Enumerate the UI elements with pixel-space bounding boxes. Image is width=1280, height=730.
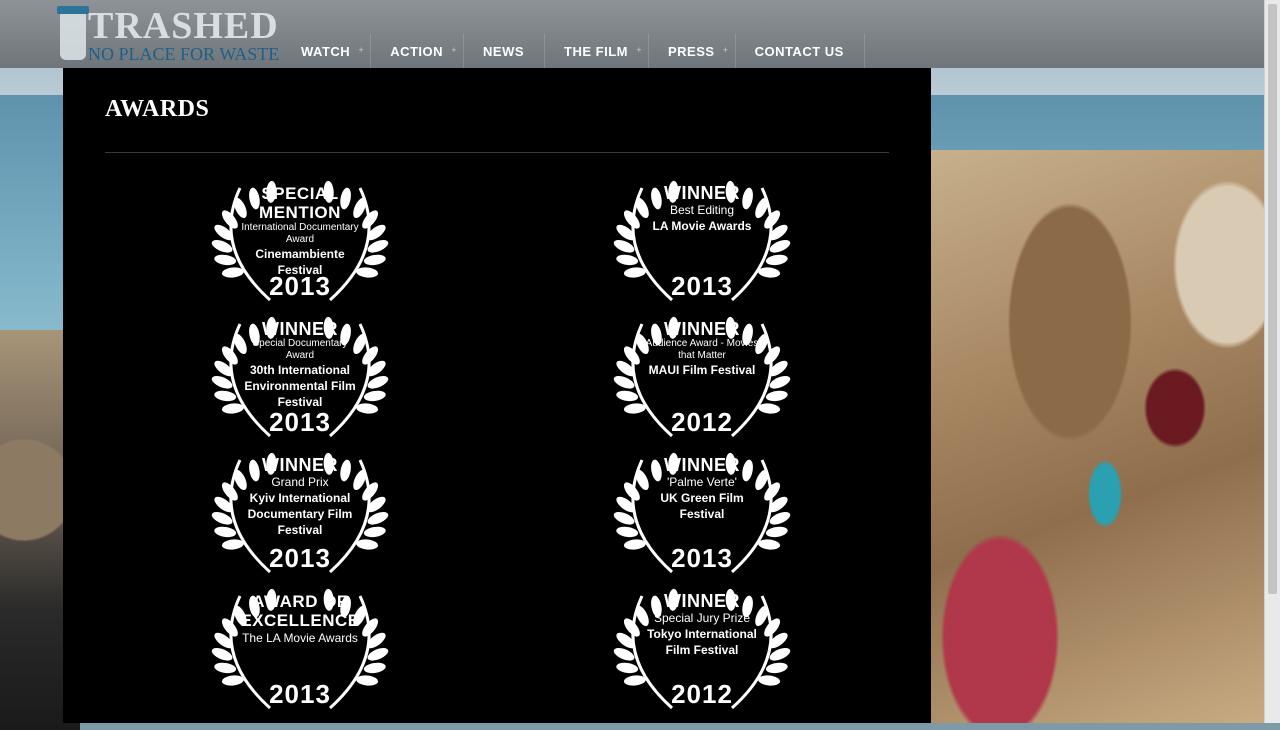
nav-label: NEWS	[483, 43, 525, 59]
award-category: Special Jury Prize	[653, 611, 751, 625]
award-laurel: WINNER Special Jury Prize Tokyo Internat…	[612, 586, 792, 714]
award-festival: UK Green Film Festival	[660, 491, 744, 521]
award-category: Special Documentary Award	[252, 338, 348, 361]
nav-label: CONTACT US	[754, 43, 844, 59]
logo-tagline: NO PLACE FOR WASTE	[88, 44, 280, 64]
award-category: 'Palme Verte'	[667, 475, 737, 489]
award-heading: WINNER	[664, 591, 740, 611]
nav-item-the-film[interactable]: THE FILM +	[545, 34, 649, 68]
award-festival: Tokyo International Film Festival	[647, 627, 757, 657]
nav-label: THE FILM	[564, 43, 628, 59]
award-category: International Documentary Award	[241, 222, 359, 245]
award-heading: WINNER	[262, 319, 338, 339]
logo-wordmark: TRASHED	[88, 5, 279, 47]
award-year: 2013	[269, 543, 331, 573]
nav-item-action[interactable]: ACTION +	[371, 34, 465, 68]
award-year: 2012	[671, 679, 733, 709]
scrollbar-thumb[interactable]	[1268, 4, 1277, 594]
nav-label: ACTION	[390, 43, 444, 59]
award-heading: WINNER	[262, 455, 338, 475]
award-festival: LA Movie Awards	[652, 219, 752, 233]
nav-label: WATCH	[301, 43, 351, 59]
site-logo[interactable]: TRASHED NO PLACE FOR WASTE	[57, 5, 280, 64]
submenu-plus-icon: +	[722, 45, 729, 55]
award-heading: WINNER	[664, 183, 740, 203]
nav-label: PRESS	[667, 43, 715, 59]
award-year: 2013	[671, 543, 733, 573]
award-heading: WINNER	[664, 319, 740, 339]
trash-can-icon	[57, 6, 89, 60]
award-category: The LA Movie Awards	[242, 631, 358, 645]
award-year: 2013	[269, 271, 331, 301]
award-category: Audience Award - Movies that Matter	[645, 338, 759, 361]
submenu-plus-icon: +	[636, 45, 642, 55]
award-year: 2013	[269, 679, 331, 709]
submenu-plus-icon: +	[358, 45, 365, 55]
award-year: 2013	[671, 271, 733, 301]
main-nav: WATCH + ACTION + NEWS THE FILM + PRESS + CON…	[282, 34, 865, 68]
content-panel: AWARDS SPECIAL MENTION International Doc…	[63, 68, 931, 723]
award-category: Best Editing	[669, 203, 735, 217]
award-laurel: WINNER 'Palme Verte' UK Green Film Festi…	[612, 450, 792, 578]
nav-item-press[interactable]: PRESS +	[649, 34, 736, 68]
page-scrollbar[interactable]	[1264, 0, 1280, 723]
award-laurel: WINNER Special Documentary Award 30th In…	[210, 314, 390, 442]
award-heading: AWARD OF EXCELLENCE	[240, 592, 360, 630]
award-year: 2013	[269, 407, 331, 437]
award-laurel: AWARD OF EXCELLENCE The LA Movie Awards …	[210, 586, 390, 714]
award-heading: SPECIAL MENTION	[259, 184, 341, 222]
award-festival: Kyiv International Documentary Film Fest…	[247, 491, 353, 537]
nav-item-watch[interactable]: WATCH +	[282, 34, 372, 68]
award-laurel: WINNER Best Editing LA Movie Awards 2013	[612, 178, 792, 306]
nav-item-contact-us[interactable]: CONTACT US	[736, 34, 865, 68]
page-title: AWARDS	[105, 96, 210, 122]
award-laurel: SPECIAL MENTION International Documentar…	[210, 178, 390, 306]
title-divider	[105, 152, 889, 153]
submenu-plus-icon: +	[451, 45, 458, 55]
award-festival: 30th International Environmental Film Fe…	[244, 363, 356, 409]
award-category: Grand Prix	[271, 475, 329, 489]
award-festival: MAUI Film Festival	[648, 363, 756, 377]
nav-item-news[interactable]: NEWS	[464, 34, 546, 68]
award-laurel: WINNER Grand Prix Kyiv International Doc…	[210, 450, 390, 578]
award-heading: WINNER	[664, 455, 740, 475]
award-year: 2012	[671, 407, 733, 437]
award-laurel: WINNER Audience Award - Movies that Matt…	[612, 314, 792, 442]
site-header: TRASHED NO PLACE FOR WASTE WATCH + ACTION…	[0, 0, 1264, 68]
